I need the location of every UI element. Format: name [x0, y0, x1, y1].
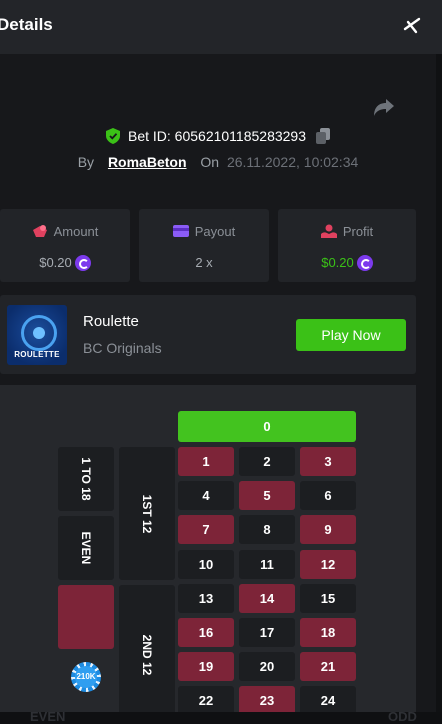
- bet-cell-9[interactable]: 9: [300, 515, 356, 545]
- amount-icon: [32, 225, 47, 237]
- coin-icon: [356, 255, 373, 271]
- amount-card: Amount $0.20: [0, 209, 130, 282]
- chip-icon: 210K: [71, 662, 101, 692]
- user-link[interactable]: RomaBeton: [108, 154, 187, 170]
- bet-cell-3[interactable]: 3: [300, 447, 356, 476]
- bet-cell-1[interactable]: 1: [178, 447, 234, 476]
- bet-cell-18[interactable]: 18: [300, 618, 356, 647]
- share-icon[interactable]: [372, 96, 396, 118]
- bet-cell-14[interactable]: 14: [239, 583, 295, 613]
- play-now-button[interactable]: Play Now: [296, 319, 406, 351]
- bet-cell-6[interactable]: 6: [300, 481, 356, 511]
- by-label: By: [77, 154, 95, 170]
- bet-cell-11[interactable]: 11: [239, 549, 295, 579]
- side-bet-1-to-18[interactable]: 1 TO 18: [58, 447, 114, 511]
- bottom-even-label: EVEN: [30, 712, 66, 724]
- bet-cell-13[interactable]: 13: [178, 583, 234, 613]
- scrollbar-track[interactable]: [436, 54, 442, 724]
- bet-cell-15[interactable]: 15: [300, 583, 356, 613]
- game-card: ROULETTE Roulette BC Originals Play Now: [0, 295, 416, 374]
- game-thumbnail[interactable]: ROULETTE: [7, 305, 67, 365]
- bottom-bar: EVEN ODD: [0, 712, 442, 724]
- dozen-bet-1st-12[interactable]: 1ST 12: [119, 447, 175, 580]
- payout-label: Payout: [194, 224, 236, 239]
- side-bet-red[interactable]: [58, 585, 114, 649]
- bet-cell-8[interactable]: 8: [239, 515, 295, 545]
- bet-id-label: Bet ID:: [127, 128, 171, 144]
- payout-card: Payout 2 x: [139, 209, 269, 282]
- bet-cell-7[interactable]: 7: [178, 515, 234, 545]
- bet-cell-19[interactable]: 19: [178, 652, 234, 682]
- profit-icon: [320, 224, 337, 238]
- chip-value: 210K: [75, 666, 97, 688]
- side-bet-even[interactable]: EVEN: [58, 516, 114, 580]
- bet-by-line: By RomaBeton On 26.11.2022, 10:02:34: [0, 154, 436, 170]
- shield-check-icon: [106, 128, 121, 144]
- bet-cell-16[interactable]: 16: [178, 618, 234, 647]
- bet-cell-2[interactable]: 2: [239, 447, 295, 476]
- profit-card: Profit $0.20: [278, 209, 416, 282]
- roulette-wheel-icon: [21, 315, 57, 351]
- bet-cell-12[interactable]: 12: [300, 549, 356, 579]
- payout-value: 2 x: [195, 255, 213, 270]
- game-provider: BC Originals: [83, 340, 162, 356]
- amount-label: Amount: [53, 224, 99, 239]
- on-label: On: [200, 154, 220, 170]
- bet-cell-21[interactable]: 21: [300, 652, 356, 682]
- bet-cell-zero[interactable]: 0: [178, 411, 356, 442]
- thumbnail-label: ROULETTE: [14, 350, 60, 359]
- payout-icon: [172, 225, 189, 237]
- amount-value: $0.20: [39, 255, 72, 270]
- bet-id-value: 60562101185283293: [174, 128, 306, 144]
- bet-cell-5[interactable]: 5: [239, 481, 295, 511]
- bottom-odd-label: ODD: [388, 712, 417, 724]
- bet-cell-17[interactable]: 17: [239, 618, 295, 647]
- bet-cell-4[interactable]: 4: [178, 481, 234, 511]
- close-icon[interactable]: [399, 13, 425, 39]
- copy-icon[interactable]: [315, 128, 330, 144]
- coin-icon: [74, 255, 91, 271]
- details-header: Details: [0, 0, 442, 54]
- profit-value: $0.20: [321, 255, 354, 270]
- bet-id-line: Bet ID: 60562101185283293: [0, 128, 436, 148]
- bet-cell-20[interactable]: 20: [239, 652, 295, 682]
- profit-label: Profit: [342, 224, 374, 239]
- bet-datetime: 26.11.2022, 10:02:34: [226, 154, 359, 170]
- page-title: Details: [0, 15, 53, 34]
- dozen-bet-2nd-12[interactable]: 2ND 12: [119, 585, 175, 724]
- bet-cell-10[interactable]: 10: [178, 549, 234, 579]
- game-name[interactable]: Roulette: [83, 313, 139, 330]
